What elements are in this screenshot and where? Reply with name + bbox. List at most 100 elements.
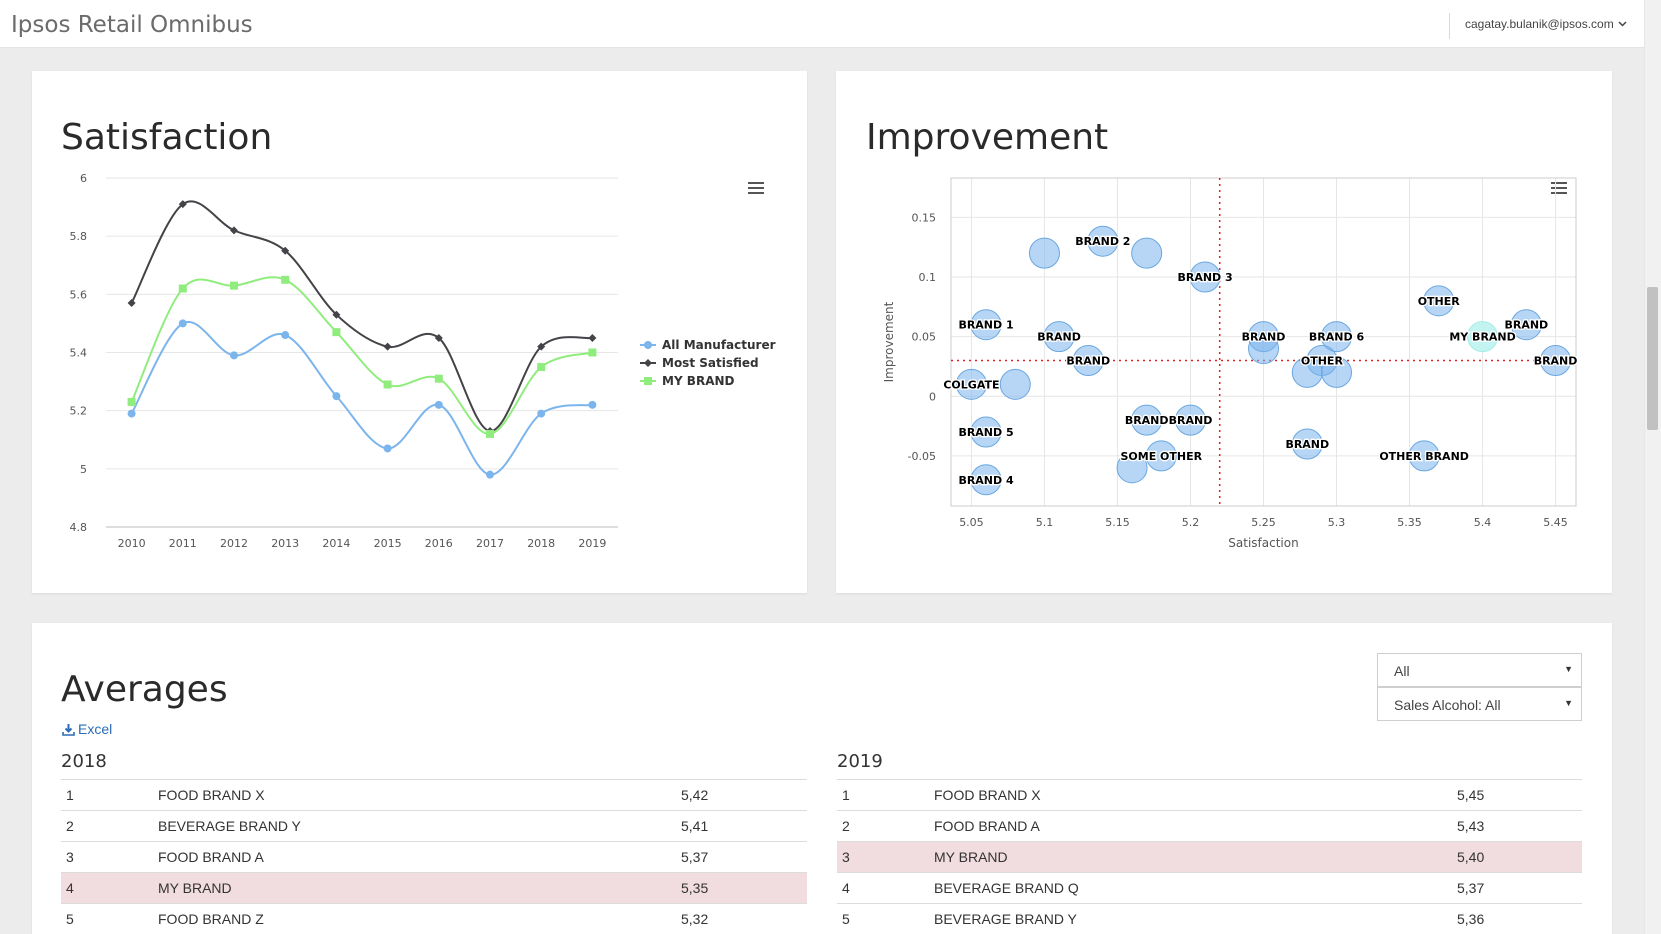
data-point [383,380,392,389]
x-tick-label: 2013 [271,537,299,550]
data-point [332,328,341,337]
table-row: 1 FOOD BRAND X 5,45 [837,779,1582,811]
divider [1449,13,1450,39]
filter-select-value: All [1394,663,1410,679]
rank-cell: 2 [837,810,934,842]
bubble-label: OTHER [1418,295,1461,308]
averages-table-2019: 1 FOOD BRAND X 5,45 2 FOOD BRAND A 5,43 3 MY BR… [837,779,1582,934]
bubble-label: BRAND [1169,414,1213,427]
y-tick-label: 5.6 [70,288,88,301]
value-cell: 5,41 [681,810,807,842]
value-cell: 5,35 [681,872,807,904]
y-tick-label: 0.1 [919,271,937,284]
bubble-label: OTHER BRAND [1379,450,1469,463]
satisfaction-chart: 4.8 5 5.2 5.4 5.6 5.8 6 2010 2011 2012 2013 2014 201… [70,172,776,550]
data-point [588,400,597,409]
bubble-label: MY BRAND [1449,331,1515,344]
dropdown-arrow-icon: ▼ [1564,698,1573,708]
improvement-card: Improvement 5.05 5.1 5.15 5.2 5.25 5.3 5.35 5.4… [836,71,1612,593]
y-tick-label: -0.05 [908,450,936,463]
bubble [999,368,1031,400]
x-tick-label: 5.3 [1328,516,1346,529]
data-point [588,333,597,342]
legend-marker [644,377,652,385]
data-point [383,342,392,351]
top-bar: Ipsos Retail Omnibus cagatay.bulanik@ips… [0,0,1644,48]
bubble-label: BRAND 2 [1075,235,1130,248]
scrollbar-track[interactable] [1644,0,1661,934]
y-axis-title: Improvement [882,301,896,382]
value-cell: 5,36 [1457,903,1582,934]
x-tick-label: 5.4 [1474,516,1492,529]
data-point [178,284,187,293]
improvement-chart: 5.05 5.1 5.15 5.2 5.25 5.3 5.35 5.4 5.45 -0.05 0 0.… [882,177,1579,550]
brand-cell: FOOD BRAND X [158,779,681,811]
year-heading-2018: 2018 [61,751,107,772]
brand-cell: BEVERAGE BRAND Q [934,872,1457,904]
x-tick-label: 2012 [220,537,248,550]
bubble-label: BRAND 4 [958,474,1014,487]
data-point [486,470,494,479]
x-tick-label: 5.35 [1397,516,1422,529]
chevron-down-icon [1618,21,1627,27]
x-tick-label: 5.15 [1105,516,1130,529]
bubble-label: BRAND 5 [958,426,1013,439]
x-tick-label: 2011 [169,537,197,550]
legend-label: All Manufacturer [662,338,776,352]
year-heading-2019: 2019 [837,751,883,772]
y-tick-label: 5.4 [70,347,88,360]
rank-cell: 1 [837,779,934,811]
bubble-label: BRAND [1066,354,1110,367]
rank-cell: 4 [61,872,158,904]
data-point [486,429,494,438]
x-axis-title: Satisfaction [1228,536,1298,550]
filter-select-all[interactable]: All ▼ [1377,653,1582,687]
bubble-label: BRAND [1242,331,1286,344]
data-point [537,409,546,418]
filter-select-sales-alcohol[interactable]: Sales Alcohol: All ▼ [1377,687,1582,721]
x-tick-label: 5.45 [1543,516,1568,529]
satisfaction-card: Satisfaction 4.8 5 5.2 5.4 5.6 5.8 6 2010 2011 20… [32,71,807,593]
brand-cell: BEVERAGE BRAND Y [934,903,1457,934]
table-row: 3 FOOD BRAND A 5,37 [61,841,807,873]
table-row: 1 FOOD BRAND X 5,42 [61,779,807,811]
brand-cell: BEVERAGE BRAND Y [158,810,681,842]
table-row: 5 BEVERAGE BRAND Y 5,36 [837,903,1582,934]
dropdown-arrow-icon: ▼ [1564,664,1573,674]
series-line [130,320,593,476]
data-point [332,392,341,401]
brand-cell: MY BRAND [934,841,1457,873]
y-tick-label: 5 [80,463,87,476]
y-tick-label: 0.05 [912,331,937,344]
excel-export-link[interactable]: Excel [62,721,112,737]
bubble-label: BRAND 1 [958,319,1013,332]
data-point [281,275,290,284]
value-cell: 5,32 [681,903,807,934]
brand-cell: FOOD BRAND X [934,779,1457,811]
brand-cell: MY BRAND [158,872,681,904]
y-tick-label: 5.2 [70,405,88,418]
bubble-label: BRAND [1504,319,1548,332]
rank-cell: 5 [837,903,934,934]
excel-label: Excel [78,721,113,737]
value-cell: 5,42 [681,779,807,811]
bubble-label: BRAND 3 [1177,271,1232,284]
y-tick-label: 5.8 [70,230,88,243]
rank-cell: 4 [837,872,934,904]
data-point [434,374,443,383]
data-point [178,319,187,328]
app-title: Ipsos Retail Omnibus [11,12,253,38]
averages-table-2018: 1 FOOD BRAND X 5,42 2 BEVERAGE BRAND Y 5,41 3 F… [61,779,807,934]
bubble-label: BRAND [1285,438,1329,451]
x-tick-label: 5.1 [1036,516,1054,529]
scrollbar-thumb[interactable] [1647,287,1658,430]
user-menu[interactable]: cagatay.bulanik@ipsos.com [1465,17,1627,31]
data-point [537,363,546,372]
data-point [281,331,290,340]
data-point [383,444,392,453]
data-point [588,348,597,357]
x-tick-label: 2019 [578,537,606,550]
y-tick-label: 0 [929,390,936,403]
data-point [230,351,238,360]
rank-cell: 3 [61,841,158,873]
